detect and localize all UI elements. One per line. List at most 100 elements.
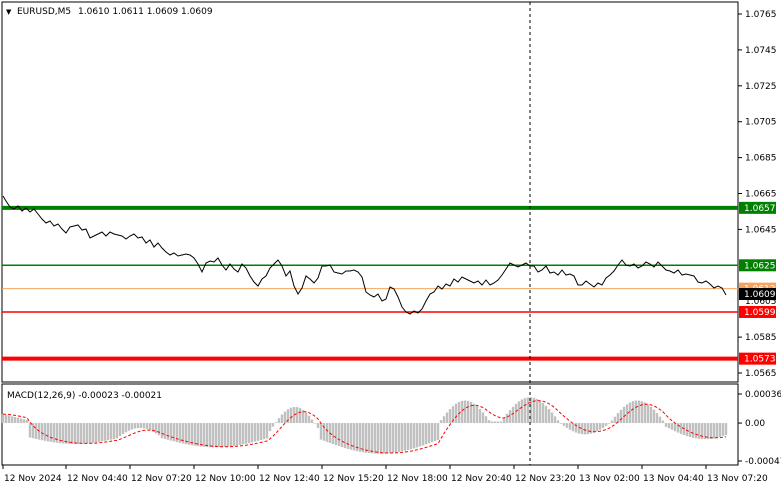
macd-histogram-bar: [670, 423, 674, 430]
macd-histogram-bar: [562, 423, 566, 426]
macd-histogram-bar: [220, 423, 224, 448]
price-tick-label: 1.0585: [745, 333, 777, 343]
macd-histogram-bar: [154, 423, 158, 434]
macd-histogram-bar: [148, 423, 152, 431]
ohlc-values: 1.0610 1.0611 1.0609 1.0609: [78, 7, 213, 17]
macd-histogram-bar: [400, 423, 404, 452]
macd-histogram-bar: [205, 423, 209, 448]
macd-histogram-bar: [121, 423, 125, 435]
macd-histogram-bar: [16, 417, 20, 424]
macd-histogram-bar: [436, 423, 440, 440]
macd-histogram-bar: [49, 423, 53, 442]
macd-histogram-bar: [283, 411, 287, 424]
macd-histogram-bar: [109, 423, 113, 440]
macd-histogram-bar: [487, 420, 491, 424]
level-tag-label: 1.0657: [744, 204, 776, 214]
macd-histogram-bar: [139, 423, 143, 428]
macd-histogram-bar: [97, 423, 101, 442]
time-tick-label: 12 Nov 18:00: [387, 474, 448, 484]
macd-histogram-bar: [403, 423, 407, 451]
macd-histogram-bar: [40, 423, 44, 441]
time-axis: 12 Nov 2024 12 Nov 04:40 12 Nov 07:20 12 No…: [2, 465, 768, 484]
macd-histogram-bar: [268, 423, 272, 432]
chart-canvas[interactable]: 1.0765 1.0745 1.0725 1.0705 1.0685 1.0665 1.06…: [0, 0, 781, 489]
macd-histogram-bar: [604, 423, 608, 426]
time-tick-label: 13 Nov 02:00: [579, 474, 640, 484]
macd-histogram-bar: [130, 423, 134, 430]
macd-histogram-bar: [568, 423, 572, 430]
macd-histogram-bar: [718, 423, 722, 438]
macd-histogram-bar: [313, 423, 317, 424]
macd-histogram-bar: [145, 423, 149, 430]
macd-histogram-bar: [649, 406, 653, 424]
macd-histogram-bar: [79, 423, 83, 444]
macd-histogram-bar: [655, 413, 659, 424]
macd-histogram-bar: [244, 423, 248, 444]
symbol-label: EURUSD,M5: [17, 7, 71, 17]
macd-histogram-bar: [463, 400, 467, 424]
macd-histogram-bar: [430, 423, 434, 443]
macd-histogram-bar: [271, 423, 275, 427]
macd-histogram-bar: [196, 423, 200, 447]
macd-histogram-bar: [505, 413, 509, 424]
macd-histogram-bar: [490, 421, 494, 424]
macd-histogram-bar: [724, 423, 728, 436]
macd-histogram-bar: [394, 423, 398, 453]
macd-histogram-bar: [517, 401, 521, 424]
macd-histogram-bar: [418, 423, 422, 447]
macd-histogram-bar: [526, 397, 530, 424]
macd-tick-label: -0.00047: [745, 457, 781, 467]
macd-histogram-bar: [547, 408, 551, 424]
macd-histogram-bar: [118, 423, 122, 436]
macd-histogram-bar: [265, 423, 269, 439]
macd-histogram-bar: [496, 421, 500, 424]
macd-histogram-bar: [541, 402, 545, 424]
macd-histogram-bar: [550, 412, 554, 424]
macd-histogram-bar: [571, 423, 575, 432]
macd-histogram-bar: [256, 423, 260, 441]
macd-histogram-bar: [421, 423, 425, 446]
macd-histogram-bar: [25, 419, 29, 424]
macd-histogram-bar: [112, 423, 116, 439]
macd-histogram-bar: [556, 420, 560, 424]
macd-histogram-bar: [601, 423, 605, 428]
macd-title: MACD(12,26,9) -0.00023 -0.00021: [7, 391, 162, 401]
macd-histogram-bar: [142, 423, 146, 429]
macd-histogram-bar: [247, 423, 251, 444]
level-tag-label: 1.0625: [744, 261, 776, 271]
macd-histogram-bar: [10, 416, 14, 424]
price-pane[interactable]: [1, 1, 739, 383]
macd-histogram-bar: [520, 399, 524, 424]
time-tick-label: 12 Nov 20:40: [451, 474, 512, 484]
level-tag-label: 1.0573: [744, 355, 776, 365]
macd-histogram-bar: [325, 423, 329, 442]
time-tick-label: 13 Nov 07:20: [707, 474, 768, 484]
macd-histogram-bar: [166, 423, 170, 440]
macd-histogram-bar: [295, 407, 299, 424]
macd-histogram-bar: [658, 416, 662, 424]
macd-histogram-bar: [424, 423, 428, 445]
macd-histogram-bar: [370, 423, 374, 454]
macd-histogram-bar: [709, 423, 713, 439]
time-tick-label: 12 Nov 23:20: [515, 474, 576, 484]
macd-histogram-bar: [319, 423, 323, 440]
macd-histogram-bar: [652, 409, 656, 424]
price-tick-label: 1.0645: [745, 225, 777, 235]
macd-histogram-bar: [643, 402, 647, 424]
symbol-dropdown-icon[interactable]: ▼: [6, 8, 12, 16]
macd-histogram-bar: [274, 422, 278, 424]
macd-histogram-bar: [637, 400, 641, 424]
macd-histogram-bar: [43, 423, 47, 441]
price-tick-label: 1.0685: [745, 154, 777, 164]
macd-histogram-bar: [583, 423, 587, 435]
macd-histogram-bar: [475, 406, 479, 424]
macd-histogram-bar: [466, 400, 470, 424]
macd-histogram-bar: [202, 423, 206, 447]
macd-histogram-bar: [298, 408, 302, 424]
macd-histogram-bar: [127, 423, 131, 431]
macd-histogram-bar: [7, 415, 11, 424]
macd-histogram-bar: [481, 412, 485, 424]
macd-histogram-bar: [88, 423, 92, 444]
macd-histogram-bar: [331, 423, 335, 445]
macd-histogram-bar: [172, 423, 176, 442]
